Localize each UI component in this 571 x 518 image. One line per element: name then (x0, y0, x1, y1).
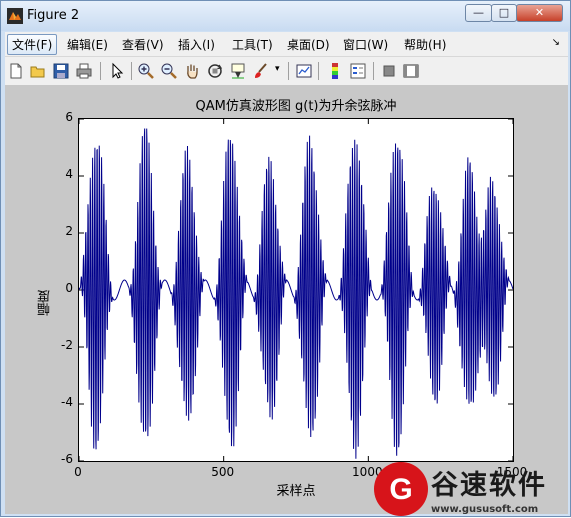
y-tick-label: 2 (65, 224, 73, 238)
plot-axes[interactable] (78, 118, 514, 462)
y-tick-label: -6 (61, 452, 73, 466)
toolbar-separator (131, 62, 132, 80)
watermark-brand: 谷速软件 (431, 470, 547, 501)
y-tick-label: 0 (65, 281, 73, 295)
link-plot-icon[interactable] (295, 62, 313, 80)
toolbar-separator (318, 62, 319, 80)
menu-edit[interactable]: 编辑(E) (67, 36, 108, 53)
watermark-logo-icon: G (374, 462, 428, 516)
menu-insert[interactable]: 插入(I) (178, 36, 215, 53)
plot-svg (79, 119, 513, 461)
figure-window: Figure 2 — □ ✕ 文件(F) 编辑(E) 查看(V) 插入(I) 工… (0, 0, 571, 517)
hide-plot-tools-icon[interactable] (380, 62, 398, 80)
y-tick-label: 4 (65, 167, 73, 181)
new-figure-icon[interactable] (7, 62, 25, 80)
figure-canvas: QAM仿真波形图 g(t)为升余弦脉冲 幅度 采样点 6 4 2 0 -2 -4 -6 0 50… (5, 86, 568, 514)
brush-icon[interactable] (252, 62, 270, 80)
open-file-icon[interactable] (29, 62, 47, 80)
save-icon[interactable] (52, 62, 70, 80)
y-tick-label: -2 (61, 338, 73, 352)
menu-help[interactable]: 帮助(H) (404, 36, 446, 53)
plot-title: QAM仿真波形图 g(t)为升余弦脉冲 (195, 99, 397, 114)
pan-hand-icon[interactable] (183, 62, 201, 80)
brush-dropdown-icon[interactable]: ▾ (275, 64, 280, 74)
x-tick-label: 500 (211, 465, 235, 479)
minimize-button[interactable]: — (465, 4, 492, 22)
window-title: Figure 2 (27, 8, 80, 23)
watermark-url: www.gususoft.com (431, 504, 539, 515)
title-bar[interactable]: Figure 2 — □ ✕ (1, 1, 570, 31)
y-tick-label: -4 (61, 395, 73, 409)
colorbar-icon[interactable] (326, 62, 344, 80)
zoom-out-icon[interactable] (160, 62, 178, 80)
menu-window[interactable]: 窗口(W) (343, 36, 388, 53)
maximize-button[interactable]: □ (491, 4, 517, 22)
waveform-line (79, 128, 513, 459)
dock-arrow-icon[interactable]: ↘ (552, 37, 560, 48)
zoom-in-icon[interactable] (137, 62, 155, 80)
menu-tools[interactable]: 工具(T) (232, 36, 273, 53)
y-tick-label: 6 (65, 110, 73, 124)
edit-plot-arrow-icon[interactable] (108, 62, 126, 80)
rotate-3d-icon[interactable] (206, 62, 224, 80)
toolbar-separator (288, 62, 289, 80)
show-plot-tools-icon[interactable] (402, 62, 420, 80)
matlab-logo-icon (7, 8, 23, 24)
toolbar-separator (100, 62, 101, 80)
watermark-logo-letter: G (389, 473, 412, 506)
legend-icon[interactable] (349, 62, 367, 80)
print-icon[interactable] (75, 62, 93, 80)
menu-bar: 文件(F) 编辑(E) 查看(V) 插入(I) 工具(T) 桌面(D) 窗口(W… (5, 32, 568, 57)
menu-desktop[interactable]: 桌面(D) (287, 36, 330, 53)
menu-view[interactable]: 查看(V) (122, 36, 164, 53)
data-cursor-icon[interactable] (229, 62, 247, 80)
x-tick-label: 0 (74, 465, 82, 479)
close-button[interactable]: ✕ (516, 4, 563, 22)
toolbar: ▾ (5, 57, 568, 86)
toolbar-separator (373, 62, 374, 80)
watermark: G 谷速软件 www.gususoft.com (373, 459, 571, 518)
menu-file[interactable]: 文件(F) (7, 34, 58, 55)
